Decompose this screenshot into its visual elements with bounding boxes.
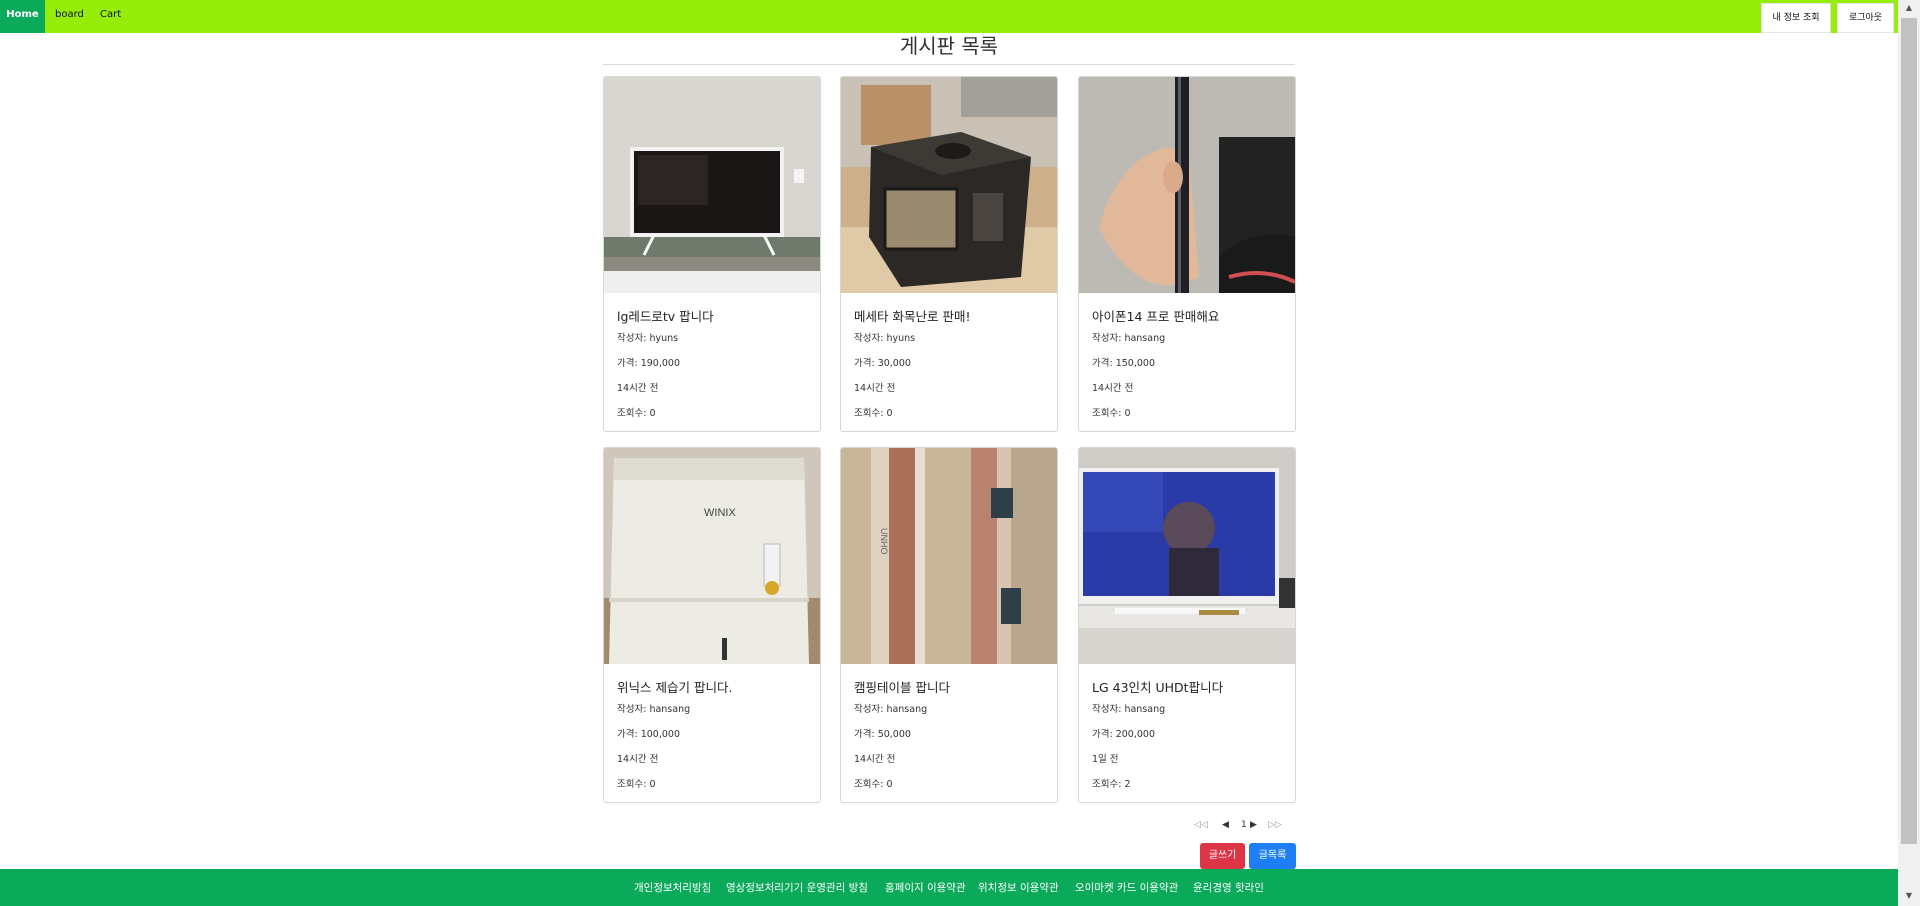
title-divider [603,64,1295,65]
footer-link-terms[interactable]: 홈페이지 이용약관 [885,880,966,895]
post-time: 14시간 전 [854,754,896,765]
nav-home-link[interactable]: Home [0,0,45,33]
post-views: 조회수: 0 [617,779,656,790]
prev-page-icon[interactable]: ◀ [1222,820,1229,830]
post-views: 조회수: 0 [1092,408,1131,419]
stove-photo[interactable] [841,77,1057,293]
post-time: 14시간 전 [617,383,659,394]
svg-text:WINIX: WINIX [704,507,736,519]
post-views: 조회수: 0 [854,779,893,790]
scrollbar-thumb[interactable] [1901,18,1917,844]
first-page-icon[interactable]: ◁◁ [1194,820,1208,830]
page-number[interactable]: 1 [1241,820,1247,830]
my-info-button[interactable]: 내 정보 조회 [1761,3,1831,33]
post-card[interactable]: LG 43인치 UHDt팝니다 작성자: hansang 가격: 200,000… [1078,447,1296,803]
phone-photo[interactable] [1079,77,1295,293]
post-price: 가격: 100,000 [617,729,680,740]
scroll-up-icon[interactable]: ▲ [1902,3,1916,12]
footer-link-ethics[interactable]: 윤리경영 핫라인 [1193,880,1264,895]
post-title[interactable]: 위닉스 제습기 팝니다. [617,677,732,696]
post-card[interactable]: lg레드로tv 팝니다 작성자: hyuns 가격: 190,000 14시간 … [603,76,821,432]
post-title[interactable]: 캠핑테이블 팝니다 [854,677,950,696]
last-page-icon[interactable]: ▷▷ [1268,820,1282,830]
top-nav: Home board Cart 내 정보 조회 로그아웃 [0,0,1898,33]
post-price: 가격: 30,000 [854,358,911,369]
post-time: 14시간 전 [617,754,659,765]
post-time: 1일 전 [1092,754,1119,765]
footer: 개인정보처리방침 영상정보처리기기 운영관리 방침 홈페이지 이용약관 위치정보… [0,869,1898,906]
post-title[interactable]: LG 43인치 UHDt팝니다 [1092,677,1223,696]
svg-text:UNHO: UNHO [879,528,889,555]
post-author: 작성자: hyuns [617,333,679,344]
table-photo[interactable]: UNHO [841,448,1057,664]
post-author: 작성자: hansang [617,704,691,715]
post-views: 조회수: 0 [617,408,656,419]
nav-cart-link[interactable]: Cart [100,0,121,33]
dehumidifier-photo[interactable]: WINIX [604,448,820,664]
post-title[interactable]: 아이폰14 프로 판매해요 [1092,306,1219,325]
post-card[interactable]: WINIX 위닉스 제습기 팝니다. 작성자: hansang 가격: 100,… [603,447,821,803]
post-price: 가격: 50,000 [854,729,911,740]
footer-link-location[interactable]: 위치정보 이용약관 [978,880,1059,895]
post-card[interactable]: 아이폰14 프로 판매해요 작성자: hansang 가격: 150,000 1… [1078,76,1296,432]
post-price: 가격: 200,000 [1092,729,1155,740]
post-author: 작성자: hansang [1092,704,1166,715]
tv2-photo[interactable] [1079,448,1295,664]
post-views: 조회수: 2 [1092,779,1131,790]
post-price: 가격: 190,000 [617,358,680,369]
page-title: 게시판 목록 [899,34,999,58]
footer-link-card[interactable]: 오이마켓 카드 이용약관 [1075,880,1178,895]
next-page-icon[interactable]: ▶ [1250,820,1257,830]
post-time: 14시간 전 [854,383,896,394]
post-author: 작성자: hansang [854,704,928,715]
post-author: 작성자: hyuns [854,333,916,344]
post-time: 14시간 전 [1092,383,1134,394]
footer-link-privacy[interactable]: 개인정보처리방침 [634,880,711,895]
list-button[interactable]: 글목록 [1249,843,1296,869]
post-author: 작성자: hansang [1092,333,1166,344]
post-card[interactable]: UNHO 캠핑테이블 팝니다 작성자: hansang 가격: 50,000 1… [840,447,1058,803]
tv-photo[interactable] [604,77,820,293]
post-price: 가격: 150,000 [1092,358,1155,369]
write-button[interactable]: 글쓰기 [1200,843,1245,869]
scroll-down-icon[interactable]: ▼ [1902,891,1916,900]
post-title[interactable]: lg레드로tv 팝니다 [617,306,714,325]
post-title[interactable]: 메세타 화목난로 판매! [854,306,970,325]
logout-button[interactable]: 로그아웃 [1837,3,1894,33]
post-card[interactable]: 메세타 화목난로 판매! 작성자: hyuns 가격: 30,000 14시간 … [840,76,1058,432]
post-views: 조회수: 0 [854,408,893,419]
footer-link-cctv[interactable]: 영상정보처리기기 운영관리 방침 [726,880,868,895]
nav-board-link[interactable]: board [55,0,84,33]
